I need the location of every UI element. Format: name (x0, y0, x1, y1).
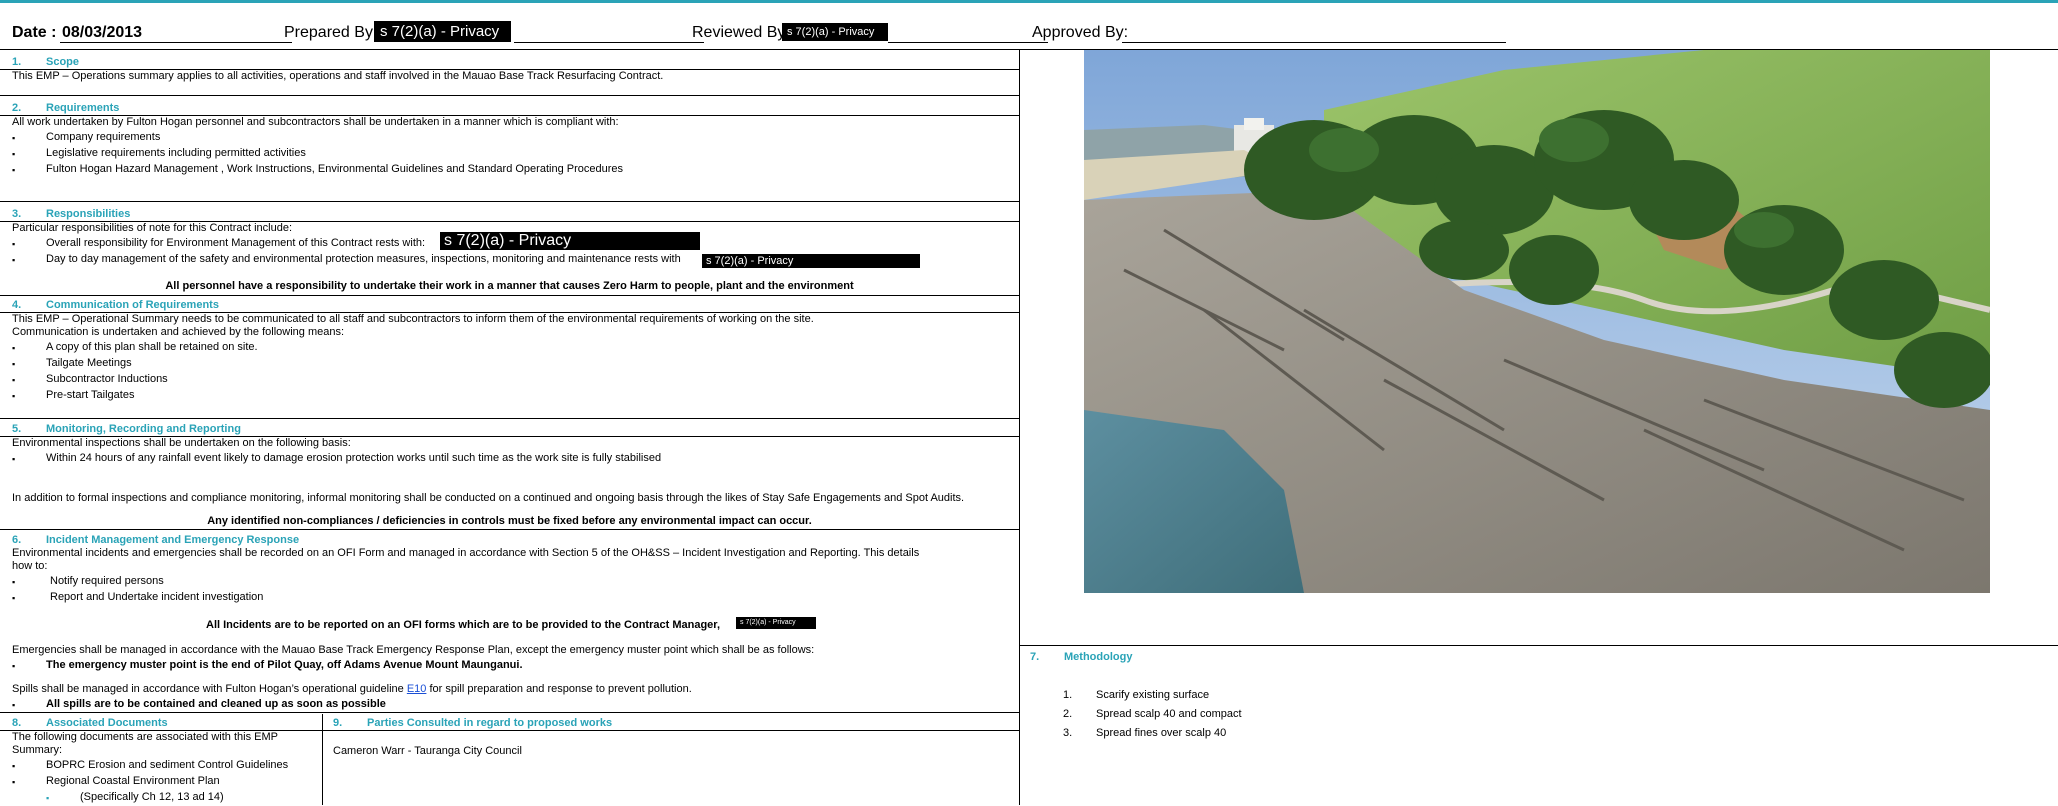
monitoring-paragraph: In addition to formal inspections and co… (12, 492, 965, 504)
bullet-icon: ▪ (12, 165, 16, 175)
non-compliance-statement: Any identified non-compliances / deficie… (207, 515, 812, 527)
incident-line-2: how to: (12, 560, 48, 572)
associated-line-2: Summary: (12, 744, 63, 756)
section-heading-monitoring: 5. Monitoring, Recording and Reporting (12, 423, 241, 435)
bullet-icon: ▪ (12, 761, 16, 771)
incident-report-statement: All Incidents are to be reported on an O… (206, 619, 721, 631)
reviewed-by-redaction: s 7(2)(a) - Privacy (782, 23, 888, 41)
list-item: Regional Coastal Environment Plan (46, 775, 220, 787)
reviewed-by-label: Reviewed By (692, 24, 786, 41)
associated-line-1: The following documents are associated w… (12, 731, 278, 743)
list-item: Within 24 hours of any rainfall event li… (46, 452, 662, 464)
section-heading-communication: 4. Communication of Requirements (12, 299, 219, 311)
section-heading-consulted: 9. Parties Consulted in regard to propose… (333, 717, 613, 729)
bullet-icon: ▪ (12, 577, 16, 587)
incident-line-1: Environmental incidents and emergencies … (12, 547, 920, 559)
section-heading-responsibilities: 3. Responsibilities (12, 208, 131, 220)
responsibility-redaction-1: s 7(2)(a) - Privacy (440, 232, 700, 250)
bullet-icon: ▪ (12, 593, 16, 603)
list-item: Overall responsibility for Environment M… (46, 237, 426, 249)
scope-text: This EMP – Operations summary applies to… (12, 70, 664, 82)
method-step: Scarify existing surface (1096, 689, 1210, 701)
list-item: Legislative requirements including permi… (46, 147, 306, 159)
responsibilities-intro: Particular responsibilities of note for … (12, 222, 293, 234)
bullet-icon: ▪ (12, 391, 16, 401)
emergency-text: Emergencies shall be managed in accordan… (12, 644, 815, 656)
list-sub-item: (Specifically Ch 12, 13 ad 14) (80, 791, 224, 803)
method-step-number: 2. (1063, 708, 1073, 720)
approved-by-label: Approved By: (1032, 24, 1129, 41)
requirements-intro: All work undertaken by Fulton Hogan pers… (12, 116, 619, 128)
bullet-icon: ▪ (12, 255, 16, 265)
list-item: Fulton Hogan Hazard Management , Work In… (46, 163, 623, 175)
list-item: Notify required persons (50, 575, 164, 587)
e10-link[interactable]: E10 (407, 683, 427, 695)
bullet-icon: ▪ (12, 375, 16, 385)
bullet-icon: ▪ (12, 133, 16, 143)
section-heading-incident: 6. Incident Management and Emergency Resp… (12, 534, 300, 546)
method-step-number: 1. (1063, 689, 1073, 701)
list-item: Subcontractor Inductions (46, 373, 168, 385)
prepared-by-redaction: s 7(2)(a) - Privacy (374, 21, 511, 42)
contract-manager-redaction: s 7(2)(a) - Privacy (736, 617, 816, 629)
section-heading-scope: 1. Scope (12, 56, 80, 68)
method-step: Spread fines over scalp 40 (1096, 727, 1227, 739)
consulted-text: Cameron Warr - Tauranga City Council (333, 745, 522, 757)
bullet-icon: ▪ (12, 777, 16, 787)
method-step-number: 3. (1063, 727, 1073, 739)
list-item: Pre-start Tailgates (46, 389, 135, 401)
bullet-icon: ▪ (12, 239, 16, 249)
bullet-icon: ▪ (12, 700, 16, 710)
monitoring-intro: Environmental inspections shall be under… (12, 437, 351, 449)
section-heading-methodology: 7. Methodology (1030, 651, 1133, 663)
top-accent-line (0, 0, 2058, 3)
list-item: Report and Undertake incident investigat… (50, 591, 264, 603)
list-item: A copy of this plan shall be retained on… (46, 341, 258, 353)
communication-line-2: Communication is undertaken and achieved… (12, 326, 345, 338)
muster-point: The emergency muster point is the end of… (46, 659, 523, 671)
sub-bullet-icon: ▪ (46, 793, 50, 803)
date-value: 08/03/2013 (62, 24, 143, 41)
section-heading-requirements: 2. Requirements (12, 102, 120, 114)
list-item: Day to day management of the safety and … (46, 253, 681, 265)
bullet-icon: ▪ (12, 149, 16, 159)
date-label: Date : (12, 24, 57, 41)
prepared-by-label: Prepared By: (284, 24, 378, 41)
spills-bullet: All spills are to be contained and clean… (46, 698, 386, 710)
site-photo (1084, 50, 1990, 593)
communication-line-1: This EMP – Operational Summary needs to … (12, 313, 814, 325)
responsibility-redaction-2: s 7(2)(a) - Privacy (702, 254, 920, 268)
bullet-icon: ▪ (12, 661, 16, 671)
method-step: Spread scalp 40 and compact (1096, 708, 1242, 720)
zero-harm-statement: All personnel have a responsibility to u… (165, 280, 854, 292)
list-item: Company requirements (46, 131, 161, 143)
section-heading-associated: 8. Associated Documents (12, 717, 168, 729)
coastal-landscape-image (1084, 50, 1990, 593)
list-item: BOPRC Erosion and sediment Control Guide… (46, 759, 289, 771)
left-column: 1. Scope This EMP – Operations summary ap… (0, 50, 1020, 805)
bullet-icon: ▪ (12, 454, 16, 464)
bullet-icon: ▪ (12, 359, 16, 369)
spills-text: Spills shall be managed in accordance wi… (12, 683, 692, 695)
bullet-icon: ▪ (12, 343, 16, 353)
list-item: Tailgate Meetings (46, 357, 132, 369)
